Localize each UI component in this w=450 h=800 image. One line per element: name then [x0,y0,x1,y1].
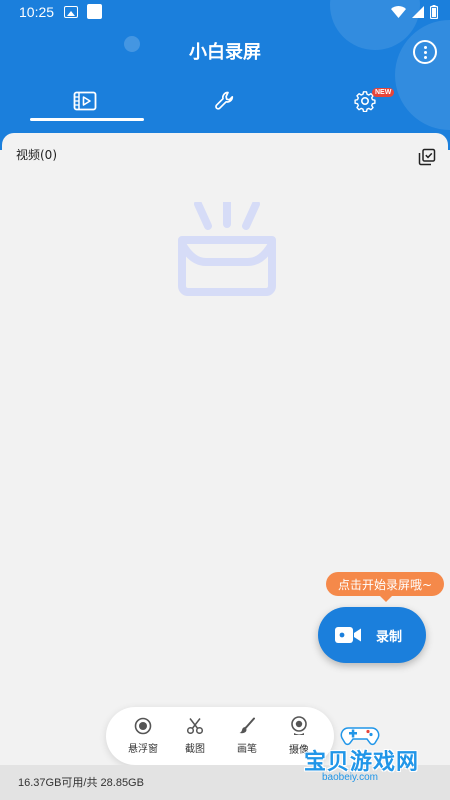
site-watermark: 宝贝游戏网 baobeiy.com [300,722,430,784]
status-bar: 10:25 [0,0,450,26]
gamepad-logo-icon [340,727,380,746]
tab-settings[interactable] [290,78,440,124]
video-film-icon [73,91,97,111]
new-badge: NEW [372,88,395,97]
status-time: 10:25 [19,4,55,20]
watermark-url: baobeiy.com [322,772,378,783]
tab-tools[interactable] [150,78,300,124]
gallery-icon [64,6,78,18]
more-options-button[interactable] [413,40,437,64]
storage-info: 16.37GB可用/共 28.85GB [18,777,144,789]
record-button-label: 录制 [376,629,403,645]
record-button[interactable]: 录制 [318,607,426,663]
floating-window-icon [134,717,152,735]
wifi-icon [391,6,406,18]
tool-label: 悬浮窗 [128,744,158,755]
tool-floating-window[interactable]: 悬浮窗 [116,707,170,765]
active-tab-indicator [30,118,144,121]
app-square-icon [87,4,102,19]
signal-icon [412,6,424,18]
wrench-icon [215,91,234,110]
tool-label: 画笔 [237,744,257,755]
battery-icon [430,5,438,19]
tool-screenshot[interactable]: 截图 [168,707,222,765]
record-hint-tooltip: 点击开始录屏哦~ [326,572,444,602]
scissors-icon [186,718,204,735]
video-section-label: 视频(0) [16,148,57,162]
video-camera-icon [335,627,361,643]
tool-brush[interactable]: 画笔 [220,707,274,765]
dot [423,50,427,54]
app-title: 小白录屏 [189,42,261,63]
multi-select-icon [418,148,436,166]
dot [423,45,427,49]
empty-box-icon [178,202,276,296]
tool-label: 截图 [185,744,205,755]
multi-select-button[interactable] [418,148,436,166]
dot [423,55,427,59]
brush-icon [239,717,255,734]
